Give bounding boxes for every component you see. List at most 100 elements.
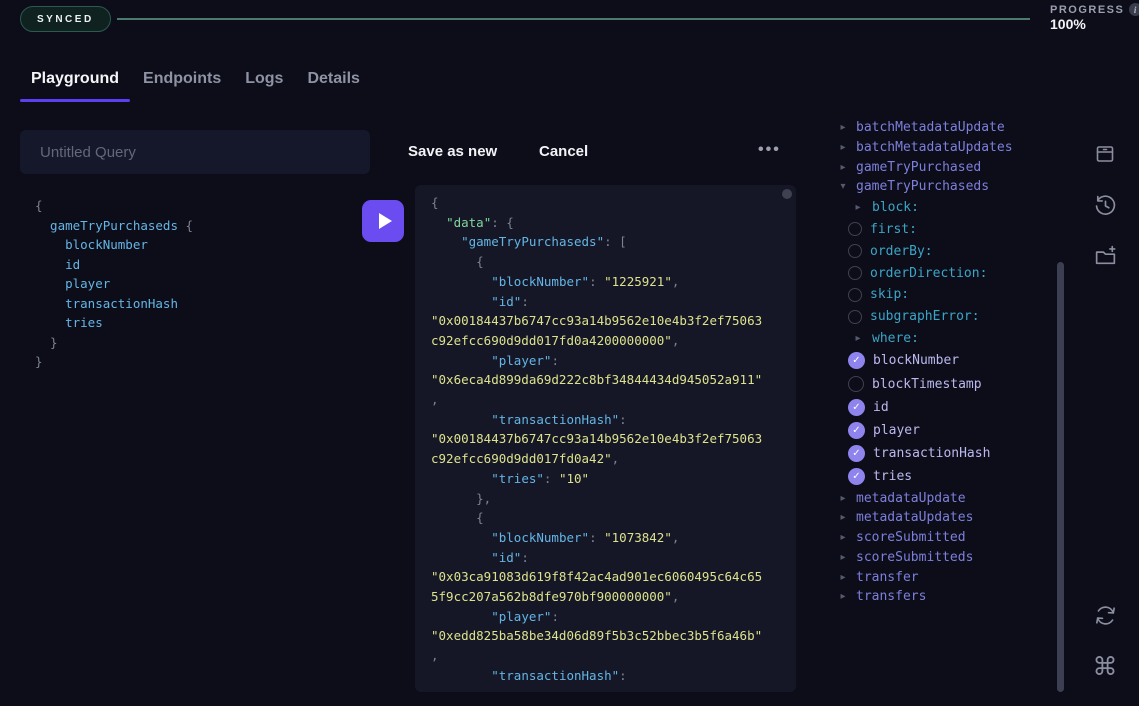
radio-unchecked-icon[interactable] <box>848 310 862 324</box>
checkbox-checked-icon[interactable]: ✓ <box>848 445 865 462</box>
code-line: "tries": "10" <box>431 469 762 489</box>
schema-item-block[interactable]: ▸ block: <box>838 197 1053 219</box>
checkbox-checked-icon[interactable]: ✓ <box>848 422 865 439</box>
schema-item-label: blockNumber <box>873 353 959 368</box>
query-name-input[interactable] <box>20 130 370 174</box>
caret-right-icon[interactable]: ▸ <box>838 591 848 602</box>
caret-right-icon[interactable]: ▸ <box>838 572 848 583</box>
tab-playground[interactable]: Playground <box>20 66 130 100</box>
checkbox-checked-icon[interactable]: ✓ <box>848 399 865 416</box>
schema-explorer: ▸batchMetadataUpdate▸batchMetadataUpdate… <box>838 118 1053 607</box>
schema-scrollbar[interactable] <box>1057 262 1064 692</box>
schema-item-label: transfers <box>856 589 926 604</box>
radio-unchecked-icon[interactable] <box>848 222 862 236</box>
save-as-new-button[interactable]: Save as new <box>402 142 503 161</box>
code-line: "0x00184437b6747cc93a14b9562e10e4b3f2ef7… <box>431 429 762 449</box>
saved-queries-button[interactable] <box>1091 140 1119 168</box>
schema-item-label: orderDirection: <box>870 266 987 281</box>
code-line: "0x03ca91083d619f8f42ac4ad901ec6060495c6… <box>431 567 762 587</box>
code-line: c92efcc690d9dd017fd0a4200000000", <box>431 331 762 351</box>
result-panel: { "data": { "gameTryPurchaseds": [ { "bl… <box>415 185 796 692</box>
code-line: "data": { <box>431 213 762 233</box>
checkbox-checked-icon[interactable]: ✓ <box>848 352 865 369</box>
caret-right-icon[interactable]: ▸ <box>838 493 848 504</box>
caret-right-icon[interactable]: ▸ <box>838 512 848 523</box>
schema-item-label: transactionHash <box>873 446 990 461</box>
code-line: , <box>431 390 762 410</box>
code-line: { <box>431 193 762 213</box>
code-line: "transactionHash": <box>431 410 762 430</box>
more-options-button[interactable]: ••• <box>752 140 787 160</box>
code-line: { <box>431 252 762 272</box>
checkbox-checked-icon[interactable]: ✓ <box>848 468 865 485</box>
command-palette-button[interactable]: ⌘ <box>1091 652 1119 680</box>
radio-unchecked-icon[interactable] <box>848 376 864 392</box>
refresh-icon <box>1093 603 1118 628</box>
schema-item-blockNumber[interactable]: ✓ blockNumber <box>838 349 1053 372</box>
schema-item-label: transfer <box>856 570 919 585</box>
tab-logs[interactable]: Logs <box>234 66 294 100</box>
schema-item-gameTryPurchaseds[interactable]: ▾gameTryPurchaseds <box>838 177 1053 197</box>
schema-item-label: block: <box>872 200 919 215</box>
archive-box-icon <box>1093 142 1117 166</box>
refresh-button[interactable] <box>1091 601 1119 629</box>
code-line: "0x00184437b6747cc93a14b9562e10e4b3f2ef7… <box>431 311 762 331</box>
schema-item-skip[interactable]: skip: <box>838 284 1053 306</box>
code-line: "id": <box>431 292 762 312</box>
tab-bar: Playground Endpoints Logs Details <box>20 66 371 100</box>
code-line: }, <box>431 489 762 509</box>
schema-item-player[interactable]: ✓ player <box>838 419 1053 442</box>
code-line: } <box>35 352 193 372</box>
schema-item-scoreSubmitted[interactable]: ▸scoreSubmitted <box>838 528 1053 548</box>
result-scrollbar[interactable] <box>782 189 792 199</box>
cancel-button[interactable]: Cancel <box>533 142 594 161</box>
caret-down-icon[interactable]: ▾ <box>838 181 848 192</box>
code-line: id <box>35 255 193 275</box>
command-icon: ⌘ <box>1093 654 1118 679</box>
schema-item-metadataUpdates[interactable]: ▸metadataUpdates <box>838 508 1053 528</box>
schema-item-batchMetadataUpdates[interactable]: ▸ batchMetadataUpdates <box>838 138 1053 158</box>
schema-item-transfers[interactable]: ▸ transfers <box>838 587 1053 607</box>
radio-unchecked-icon[interactable] <box>848 244 862 258</box>
schema-item-tries[interactable]: ✓tries <box>838 465 1053 488</box>
schema-item-scoreSubmitteds[interactable]: ▸scoreSubmitteds <box>838 548 1053 568</box>
schema-item-batchMetadataUpdate[interactable]: ▸batchMetadataUpdate <box>838 118 1053 138</box>
schema-item-first[interactable]: first: <box>838 219 1053 241</box>
schema-item-transactionHash[interactable]: ✓ transactionHash <box>838 442 1053 465</box>
schema-item-subgraphError[interactable]: subgraphError: <box>838 306 1053 328</box>
code-line: "id": <box>431 548 762 568</box>
tab-details[interactable]: Details <box>296 66 370 100</box>
caret-right-icon[interactable]: ▸ <box>838 552 848 563</box>
code-line: 5f9cc207a562b8dfe970bf900000000", <box>431 587 762 607</box>
caret-right-icon[interactable]: ▸ <box>838 162 848 173</box>
schema-item-label: batchMetadataUpdates <box>856 140 1013 155</box>
query-editor[interactable]: { gameTryPurchaseds { blockNumber id pla… <box>35 196 193 372</box>
schema-item-id[interactable]: ✓id <box>838 396 1053 419</box>
schema-item-orderDirection[interactable]: orderDirection: <box>838 262 1053 284</box>
schema-item-label: player <box>873 423 920 438</box>
caret-right-icon[interactable]: ▸ <box>852 202 864 213</box>
info-icon[interactable]: i <box>1129 3 1139 16</box>
caret-right-icon[interactable]: ▸ <box>838 122 848 133</box>
tab-endpoints[interactable]: Endpoints <box>132 66 232 100</box>
schema-item-gameTryPurchased[interactable]: ▸gameTryPurchased <box>838 157 1053 177</box>
execute-query-button[interactable] <box>362 200 404 242</box>
schema-item-blockTimestamp[interactable]: blockTimestamp <box>838 373 1053 396</box>
caret-right-icon[interactable]: ▸ <box>852 333 864 344</box>
new-collection-button[interactable] <box>1091 242 1119 270</box>
folder-plus-icon <box>1093 244 1118 269</box>
radio-unchecked-icon[interactable] <box>848 288 862 302</box>
caret-right-icon[interactable]: ▸ <box>838 142 848 153</box>
caret-right-icon[interactable]: ▸ <box>838 532 848 543</box>
schema-item-transfer[interactable]: ▸ transfer <box>838 567 1053 587</box>
schema-item-metadataUpdate[interactable]: ▸metadataUpdate <box>838 488 1053 508</box>
schema-item-orderBy[interactable]: orderBy: <box>838 240 1053 262</box>
radio-unchecked-icon[interactable] <box>848 266 862 280</box>
code-line: "blockNumber": "1225921", <box>431 272 762 292</box>
code-line: "0xedd825ba58be34d06d89f5b3c52bbec3b5f6a… <box>431 626 762 646</box>
query-history-button[interactable] <box>1091 191 1119 219</box>
play-icon <box>379 213 392 229</box>
schema-item-where[interactable]: ▸where: <box>838 328 1053 350</box>
schema-item-label: skip: <box>870 287 909 302</box>
history-icon <box>1093 193 1118 218</box>
